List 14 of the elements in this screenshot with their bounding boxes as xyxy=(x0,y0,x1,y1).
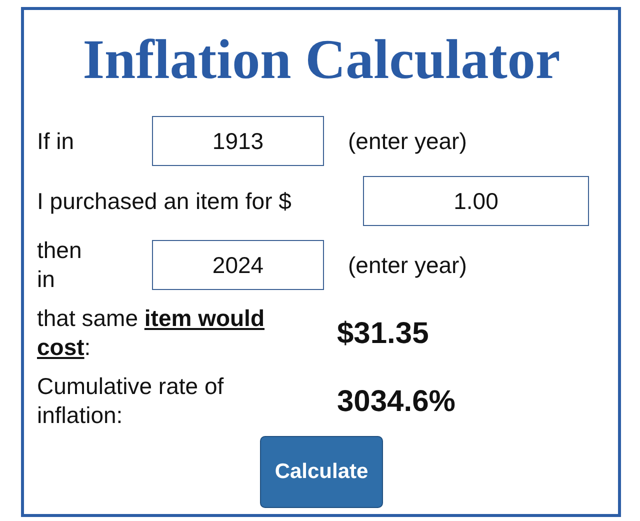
calculate-button[interactable]: Calculate xyxy=(260,436,383,508)
input-field[interactable]: 1913 xyxy=(152,116,324,166)
hint-text: (enter year) xyxy=(348,250,468,280)
field-label: then in xyxy=(37,236,83,294)
field-label: that same item would cost: xyxy=(37,304,266,362)
result-value: $31.35 xyxy=(337,318,430,348)
result-value: 3034.6% xyxy=(337,386,456,416)
page-title: Inflation Calculator xyxy=(82,28,562,93)
input-field[interactable]: 1.00 xyxy=(363,176,589,226)
field-label: If in xyxy=(37,126,76,156)
input-field[interactable]: 2024 xyxy=(152,240,324,290)
field-label: I purchased an item for $ xyxy=(37,186,292,216)
hint-text: (enter year) xyxy=(348,126,468,156)
field-label: Cumulative rate of inflation: xyxy=(37,372,225,430)
